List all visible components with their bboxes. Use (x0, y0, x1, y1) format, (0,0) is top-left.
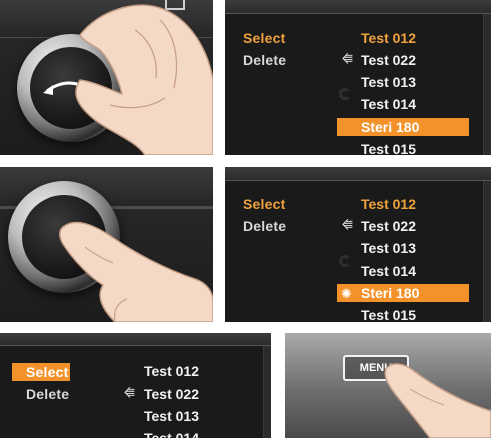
screen-side-bar (263, 346, 271, 438)
screen-side-bar (483, 181, 491, 322)
list-item[interactable]: Test 014 (361, 96, 416, 112)
list-item[interactable]: Test 013 (144, 408, 199, 424)
list-item[interactable]: Test 022 (144, 386, 199, 402)
loading-icon (339, 88, 351, 100)
list-item[interactable]: Test 012 (361, 196, 416, 212)
menu-select[interactable]: Select (243, 196, 285, 212)
list-item[interactable]: Test 013 (361, 240, 416, 256)
menu-select[interactable]: Select (12, 363, 70, 381)
usb-icon: ⭅ (342, 218, 353, 232)
hand-illustration (59, 221, 213, 322)
menu-select[interactable]: Select (243, 30, 285, 46)
menu-delete[interactable]: Delete (243, 52, 286, 68)
list-item-label: Steri 180 (361, 119, 420, 135)
screen-list-step2: Select Delete Test 012 ⭅ Test 022 Test 0… (225, 167, 491, 322)
list-item[interactable]: Test 015 (361, 307, 416, 322)
list-item[interactable]: Test 015 (361, 141, 416, 155)
list-item-selected[interactable]: ✺ Steri 180 (337, 284, 469, 302)
usb-icon: ⭅ (342, 52, 353, 66)
list-item[interactable]: Test 013 (361, 74, 416, 90)
list-item-selected[interactable]: Steri 180 (337, 118, 469, 136)
screen-top-bar (0, 333, 271, 346)
list-item[interactable]: Test 022 (361, 52, 416, 68)
list-item[interactable]: Test 012 (144, 363, 199, 379)
hand-illustration (384, 363, 491, 438)
screen-top-bar (225, 167, 491, 181)
list-item[interactable]: Test 022 (361, 218, 416, 234)
list-item[interactable]: Test 014 (361, 263, 416, 279)
usb-icon: ⭅ (124, 386, 135, 400)
knob-press-photo (0, 167, 213, 322)
menu-delete[interactable]: Delete (26, 386, 69, 402)
hand-illustration (75, 4, 213, 155)
sun-icon: ✺ (341, 286, 352, 301)
list-item-label: Steri 180 (361, 285, 420, 301)
knob-rotate-photo (0, 0, 213, 155)
menu-delete[interactable]: Delete (243, 218, 286, 234)
screen-list-step1: Select Delete Test 012 ⭅ Test 022 Test 0… (225, 0, 491, 155)
list-item[interactable]: Test 012 (361, 30, 416, 46)
screen-side-bar (483, 14, 491, 155)
list-item[interactable]: Test 014 (144, 430, 199, 438)
loading-icon (339, 255, 351, 267)
menu-button-photo: MENU (285, 333, 491, 438)
screen-list-step3: Select Delete Test 012 ⭅ Test 022 Test 0… (0, 333, 271, 438)
screen-top-bar (225, 0, 491, 14)
